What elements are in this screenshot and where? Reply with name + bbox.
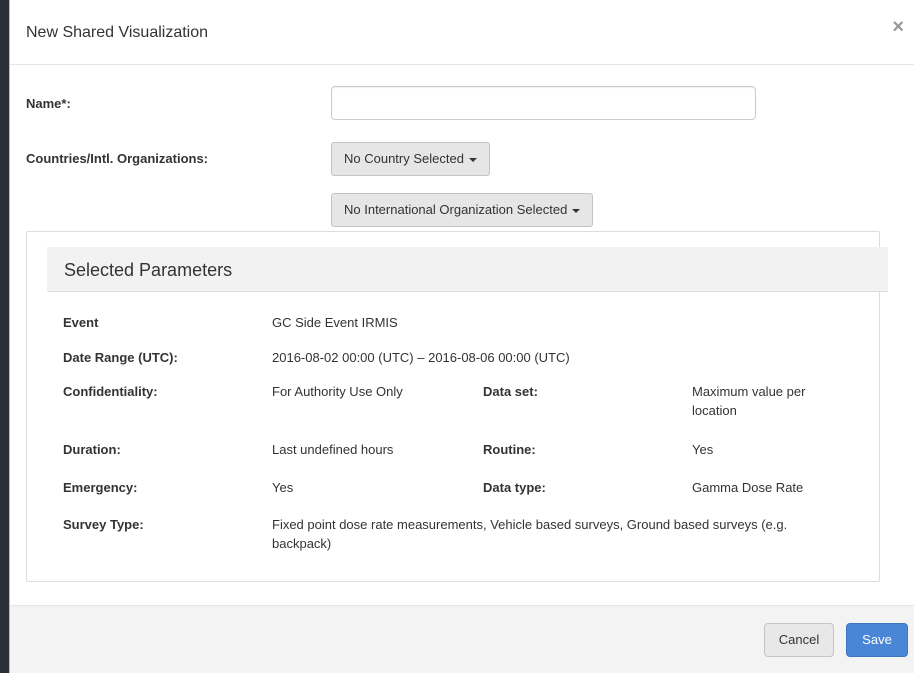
event-label: Event: [63, 315, 99, 330]
emergency-value: Yes: [272, 480, 294, 495]
org-dropdown[interactable]: No International Organization Selected: [331, 193, 594, 227]
date-range-value: 2016-08-02 00:00 (UTC) – 2016-08-06 00:0…: [272, 350, 570, 365]
date-range-label: Date Range (UTC):: [63, 350, 178, 365]
dialog-footer: Cancel Save: [10, 605, 914, 673]
country-dropdown[interactable]: No Country Selected: [331, 142, 490, 176]
duration-label: Duration:: [63, 442, 121, 457]
confidentiality-label: Confidentiality:: [63, 384, 158, 399]
parameters-title: Selected Parameters: [64, 260, 233, 280]
name-label: Name*:: [26, 96, 71, 111]
caret-down-icon: [468, 157, 477, 162]
emergency-label: Emergency:: [63, 480, 138, 495]
survey-type-value: Fixed point dose rate measurements, Vehi…: [272, 517, 788, 551]
name-input[interactable]: [331, 86, 756, 120]
dataset-value: Maximum value per location: [692, 384, 806, 418]
parameters-header: Selected Parameters: [47, 247, 888, 292]
org-dropdown-label: No International Organization Selected: [344, 202, 568, 217]
cancel-button[interactable]: Cancel: [764, 623, 834, 657]
save-button[interactable]: Save: [846, 623, 908, 657]
datatype-label: Data type:: [483, 480, 546, 495]
countries-label: Countries/Intl. Organizations:: [26, 151, 209, 166]
routine-label: Routine:: [483, 442, 536, 457]
datatype-value: Gamma Dose Rate: [692, 480, 804, 495]
dialog-title: New Shared Visualization: [26, 24, 209, 41]
parameters-panel: Selected Parameters Event GC Side Event …: [26, 231, 888, 582]
close-icon[interactable]: ×: [892, 17, 904, 37]
caret-down-icon: [572, 208, 581, 213]
shared-visualization-dialog: New Shared Visualization × Name*: Countr…: [9, 0, 914, 673]
confidentiality-value: For Authority Use Only: [272, 384, 403, 399]
duration-value: Last undefined hours: [272, 442, 394, 457]
routine-value: Yes: [692, 442, 714, 457]
country-dropdown-label: No Country Selected: [344, 151, 464, 166]
dataset-label: Data set:: [483, 384, 538, 399]
dialog-header: New Shared Visualization ×: [10, 0, 914, 65]
survey-type-label: Survey Type:: [63, 517, 144, 532]
event-value: GC Side Event IRMIS: [272, 315, 398, 330]
